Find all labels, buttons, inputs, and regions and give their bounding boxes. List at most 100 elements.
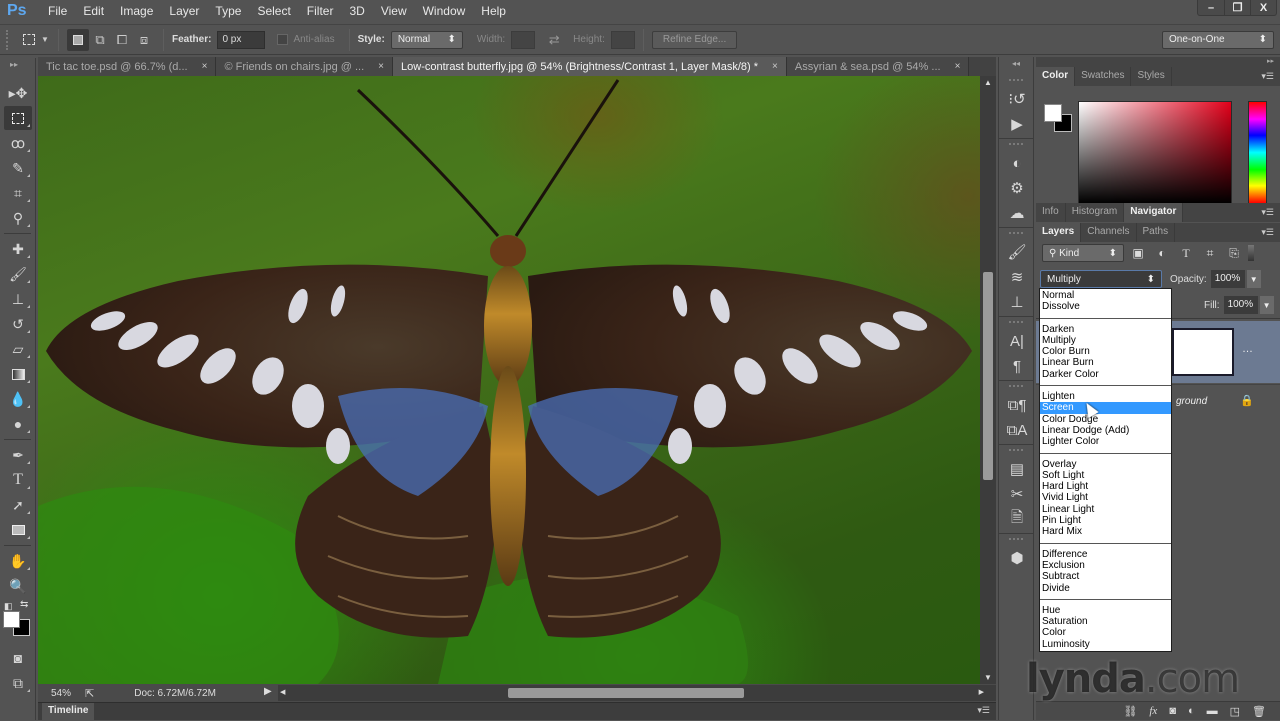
new-selection-icon[interactable]	[67, 28, 89, 51]
close-tab-icon[interactable]: ×	[378, 61, 384, 72]
blend-option-pin-light[interactable]: Pin Light	[1040, 515, 1171, 526]
scroll-up-arrow-icon[interactable]: ▲	[984, 78, 992, 87]
blend-option-saturation[interactable]: Saturation	[1040, 616, 1171, 627]
scroll-right-arrow-icon[interactable]: ▶	[979, 688, 984, 696]
anti-alias-checkbox[interactable]	[277, 34, 289, 45]
paragraph-panel-icon[interactable]: ¶	[1002, 354, 1032, 378]
close-tab-icon[interactable]: ×	[772, 61, 778, 72]
tab-info[interactable]: Info	[1036, 203, 1066, 222]
healing-brush-tool-icon[interactable]: ✚	[4, 237, 32, 261]
swap-colors-icon[interactable]: ⇆	[20, 599, 28, 610]
tab-swatches[interactable]: Swatches	[1075, 67, 1132, 86]
tab-channels[interactable]: Channels	[1081, 223, 1137, 242]
blend-option-darker-color[interactable]: Darker Color	[1040, 369, 1171, 380]
layer-mask-thumbnail[interactable]	[1172, 328, 1234, 376]
blend-option-darken[interactable]: Darken	[1040, 324, 1171, 335]
dock-grip[interactable]	[1009, 321, 1023, 325]
rectangle-tool-icon[interactable]	[4, 518, 32, 542]
path-selection-tool-icon[interactable]: ➚	[4, 493, 32, 517]
eyedropper-tool-icon[interactable]: ⚲	[4, 206, 32, 230]
dock-grip[interactable]	[1009, 538, 1023, 542]
blend-option-exclusion[interactable]: Exclusion	[1040, 560, 1171, 571]
menu-filter[interactable]: Filter	[299, 4, 342, 18]
panel-menu-icon[interactable]: ▾☰	[1261, 227, 1274, 238]
dock-grip[interactable]	[1009, 232, 1023, 236]
filter-pixel-icon[interactable]: ▣	[1128, 244, 1148, 262]
vertical-scrollbar[interactable]: ▲ ▼	[980, 76, 996, 684]
status-menu-arrow-icon[interactable]: ▶	[264, 686, 272, 697]
blend-option-difference[interactable]: Difference	[1040, 549, 1171, 560]
pen-tool-icon[interactable]: ✒	[4, 443, 32, 467]
blend-option-vivid-light[interactable]: Vivid Light	[1040, 492, 1171, 503]
document-canvas[interactable]	[38, 76, 980, 684]
filter-toggle[interactable]	[1248, 245, 1254, 261]
tab-layers[interactable]: Layers	[1036, 223, 1082, 242]
menu-view[interactable]: View	[373, 4, 415, 18]
blend-option-multiply[interactable]: Multiply	[1040, 335, 1171, 346]
tab-friends-on-chairs[interactable]: © Friends on chairs.jpg @ ... ×	[216, 57, 394, 76]
blend-mode-select[interactable]: Multiply ⬍	[1040, 270, 1162, 288]
timeline-tab[interactable]: Timeline	[42, 703, 95, 721]
menu-file[interactable]: File	[40, 4, 75, 18]
quick-mask-icon[interactable]: ◙	[4, 646, 32, 670]
clone-stamp-tool-icon[interactable]: ⊥	[4, 287, 32, 311]
menu-image[interactable]: Image	[112, 4, 161, 18]
crop-tool-icon[interactable]: ⌗	[4, 181, 32, 205]
dock-grip[interactable]	[1009, 79, 1023, 83]
new-adjustment-layer-icon[interactable]: ◐	[1188, 705, 1195, 717]
quick-selection-tool-icon[interactable]: ✎	[4, 156, 32, 180]
blend-option-overlay[interactable]: Overlay	[1040, 459, 1171, 470]
scroll-left-arrow-icon[interactable]: ◀	[280, 688, 285, 696]
layer-style-fx-icon[interactable]: fx	[1149, 705, 1157, 717]
fill-input[interactable]: 100%	[1223, 296, 1258, 314]
blend-option-luminosity[interactable]: Luminosity	[1040, 639, 1171, 650]
tab-color[interactable]: Color	[1036, 67, 1076, 86]
panel-menu-icon[interactable]: ▾☰	[1261, 71, 1274, 82]
swap-width-height-icon[interactable]: ⇄	[543, 29, 565, 51]
menu-3d[interactable]: 3D	[341, 4, 372, 18]
screen-mode-icon[interactable]: ⧉	[4, 671, 32, 695]
zoom-tool-icon[interactable]: 🔍	[4, 574, 32, 598]
toolbox-expand-icon[interactable]: ▸▸	[0, 58, 35, 80]
layer-comps-icon[interactable]: ▤	[1002, 457, 1032, 481]
scroll-down-arrow-icon[interactable]: ▼	[984, 673, 992, 682]
menu-type[interactable]: Type	[207, 4, 249, 18]
tab-low-contrast-butterfly[interactable]: Low-contrast butterfly.jpg @ 54% (Bright…	[393, 57, 787, 76]
move-tool-icon[interactable]: ▸✥	[4, 81, 32, 105]
fill-slider-toggle[interactable]: ▼	[1259, 296, 1274, 314]
refine-edge-button[interactable]: Refine Edge...	[651, 30, 738, 49]
actions-panel-icon[interactable]: ▶	[1002, 112, 1032, 136]
link-layers-icon[interactable]: ⛓	[1123, 705, 1137, 718]
blend-option-linear-dodge-add[interactable]: Linear Dodge (Add)	[1040, 425, 1171, 436]
notes-panel-icon[interactable]: 🗎	[1002, 507, 1032, 531]
zoom-level[interactable]: 54%	[51, 688, 81, 699]
history-brush-tool-icon[interactable]: ↺	[4, 312, 32, 336]
adjustments-panel-icon[interactable]: ◐	[1002, 151, 1032, 175]
blend-option-screen[interactable]: Screen	[1040, 402, 1171, 414]
dock-grip[interactable]	[1009, 143, 1023, 147]
delete-layer-trash-icon[interactable]: 🗑	[1252, 705, 1266, 718]
dodge-tool-icon[interactable]: ●	[4, 412, 32, 436]
add-mask-icon[interactable]: ◙	[1169, 705, 1176, 717]
eraser-tool-icon[interactable]: ▱	[4, 337, 32, 361]
close-tab-icon[interactable]: ×	[955, 61, 961, 72]
new-group-folder-icon[interactable]: ▬	[1207, 705, 1218, 717]
hue-slider[interactable]	[1248, 101, 1267, 204]
filter-smart-object-icon[interactable]: ⎘	[1224, 244, 1244, 262]
horizontal-scroll-thumb[interactable]	[508, 688, 744, 698]
feather-input[interactable]: 0 px	[217, 30, 266, 49]
opacity-input[interactable]: 100%	[1210, 270, 1245, 288]
color-spectrum-field[interactable]	[1078, 101, 1232, 204]
blend-option-color[interactable]: Color	[1040, 627, 1171, 638]
panel-menu-icon[interactable]: ▾☰	[977, 705, 990, 716]
type-tool-icon[interactable]: T	[4, 468, 32, 492]
rectangular-marquee-tool-icon[interactable]	[4, 106, 32, 130]
filter-type-icon[interactable]: T	[1176, 244, 1196, 262]
share-icon[interactable]: ⇱	[85, 687, 94, 700]
tab-tic-tac-toe[interactable]: Tic tac toe.psd @ 66.7% (d... ×	[38, 57, 217, 76]
3d-panel-icon[interactable]: ⬢	[1002, 546, 1032, 570]
blend-option-lighter-color[interactable]: Lighter Color	[1040, 436, 1171, 447]
intersect-selection-icon[interactable]: ⧈	[133, 29, 155, 51]
blend-option-linear-burn[interactable]: Linear Burn	[1040, 357, 1171, 368]
character-panel-icon[interactable]: A|	[1002, 329, 1032, 353]
